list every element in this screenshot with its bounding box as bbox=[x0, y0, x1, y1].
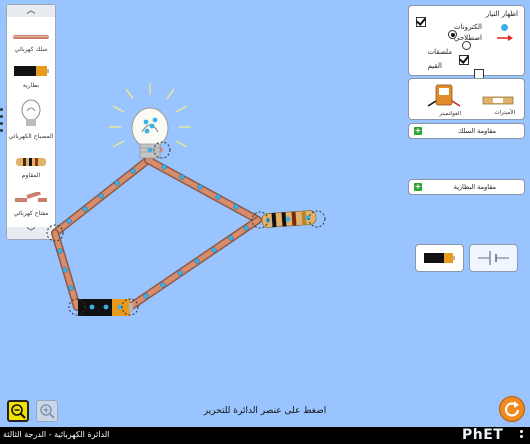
wire-segments[interactable] bbox=[51, 146, 262, 311]
show-current-option[interactable]: اظهار التيار bbox=[486, 10, 518, 18]
values-checkbox[interactable] bbox=[474, 68, 485, 79]
display-options-panel: اظهار التيار الكترونات اصطلاحي ملصقات ال… bbox=[408, 5, 525, 79]
show-current-checkbox[interactable] bbox=[416, 16, 426, 27]
zoom-in-button[interactable] bbox=[36, 400, 58, 422]
battery-resistance-accordion[interactable]: + مقاومة البطارية bbox=[408, 179, 525, 195]
phet-menu-icon[interactable] bbox=[520, 430, 524, 440]
reset-all-button[interactable] bbox=[499, 396, 525, 422]
electrons-option[interactable]: الكترونات bbox=[454, 23, 482, 31]
sim-title: الدائرة الكهربائية - الدرجة الثالثة bbox=[3, 430, 110, 439]
ammeter-label: الأميترات bbox=[494, 110, 515, 116]
reset-icon bbox=[504, 401, 520, 417]
wire-resistivity-accordion[interactable]: + مقاومة السلك bbox=[408, 123, 525, 139]
values-label: القيم bbox=[427, 62, 442, 70]
schematic-view-button[interactable] bbox=[469, 244, 518, 272]
edit-hint-text: اضغط على عنصر الدائرة للتحرير bbox=[203, 406, 327, 416]
labels-option[interactable]: ملصقات bbox=[428, 48, 452, 56]
ammeter-icon bbox=[482, 96, 514, 105]
conventional-radio[interactable] bbox=[462, 41, 472, 50]
labels-label: ملصقات bbox=[427, 48, 452, 56]
resistor[interactable] bbox=[261, 210, 317, 228]
schematic-battery-icon bbox=[478, 251, 509, 265]
measurement-tools-panel: الفولتميتر الأميترات bbox=[408, 78, 525, 120]
voltmeter-label: الفولتميتر bbox=[439, 111, 461, 117]
battery-icon bbox=[424, 253, 455, 263]
electrons-label: الكترونات bbox=[454, 23, 482, 31]
wire-resistivity-label: مقاومة السلك bbox=[457, 127, 496, 135]
navigation-bar: الدائرة الكهربائية - الدرجة الثالثة PhET bbox=[0, 427, 530, 444]
electron-icon bbox=[501, 24, 508, 31]
junction-vertices[interactable] bbox=[46, 141, 326, 316]
values-option[interactable]: القيم bbox=[428, 62, 442, 70]
zoom-in-icon bbox=[40, 404, 55, 419]
electrons bbox=[57, 164, 249, 299]
expand-plus-icon[interactable]: + bbox=[414, 127, 422, 135]
labels-checkbox[interactable] bbox=[459, 54, 470, 65]
voltmeter-tool[interactable]: الفولتميتر bbox=[427, 83, 461, 117]
zoom-out-icon bbox=[11, 404, 26, 419]
battery-resistance-label: مقاومة البطارية bbox=[453, 183, 496, 191]
conventional-arrow-icon bbox=[497, 35, 513, 41]
phet-logo[interactable]: PhET bbox=[462, 427, 503, 443]
ammeter-tool[interactable]: الأميترات bbox=[481, 91, 515, 116]
voltmeter-icon bbox=[427, 84, 461, 107]
show-current-label: اظهار التيار bbox=[485, 10, 518, 18]
lifelike-view-button[interactable] bbox=[415, 244, 464, 272]
expand-plus-icon[interactable]: + bbox=[414, 183, 422, 191]
zoom-out-button[interactable] bbox=[7, 400, 29, 422]
